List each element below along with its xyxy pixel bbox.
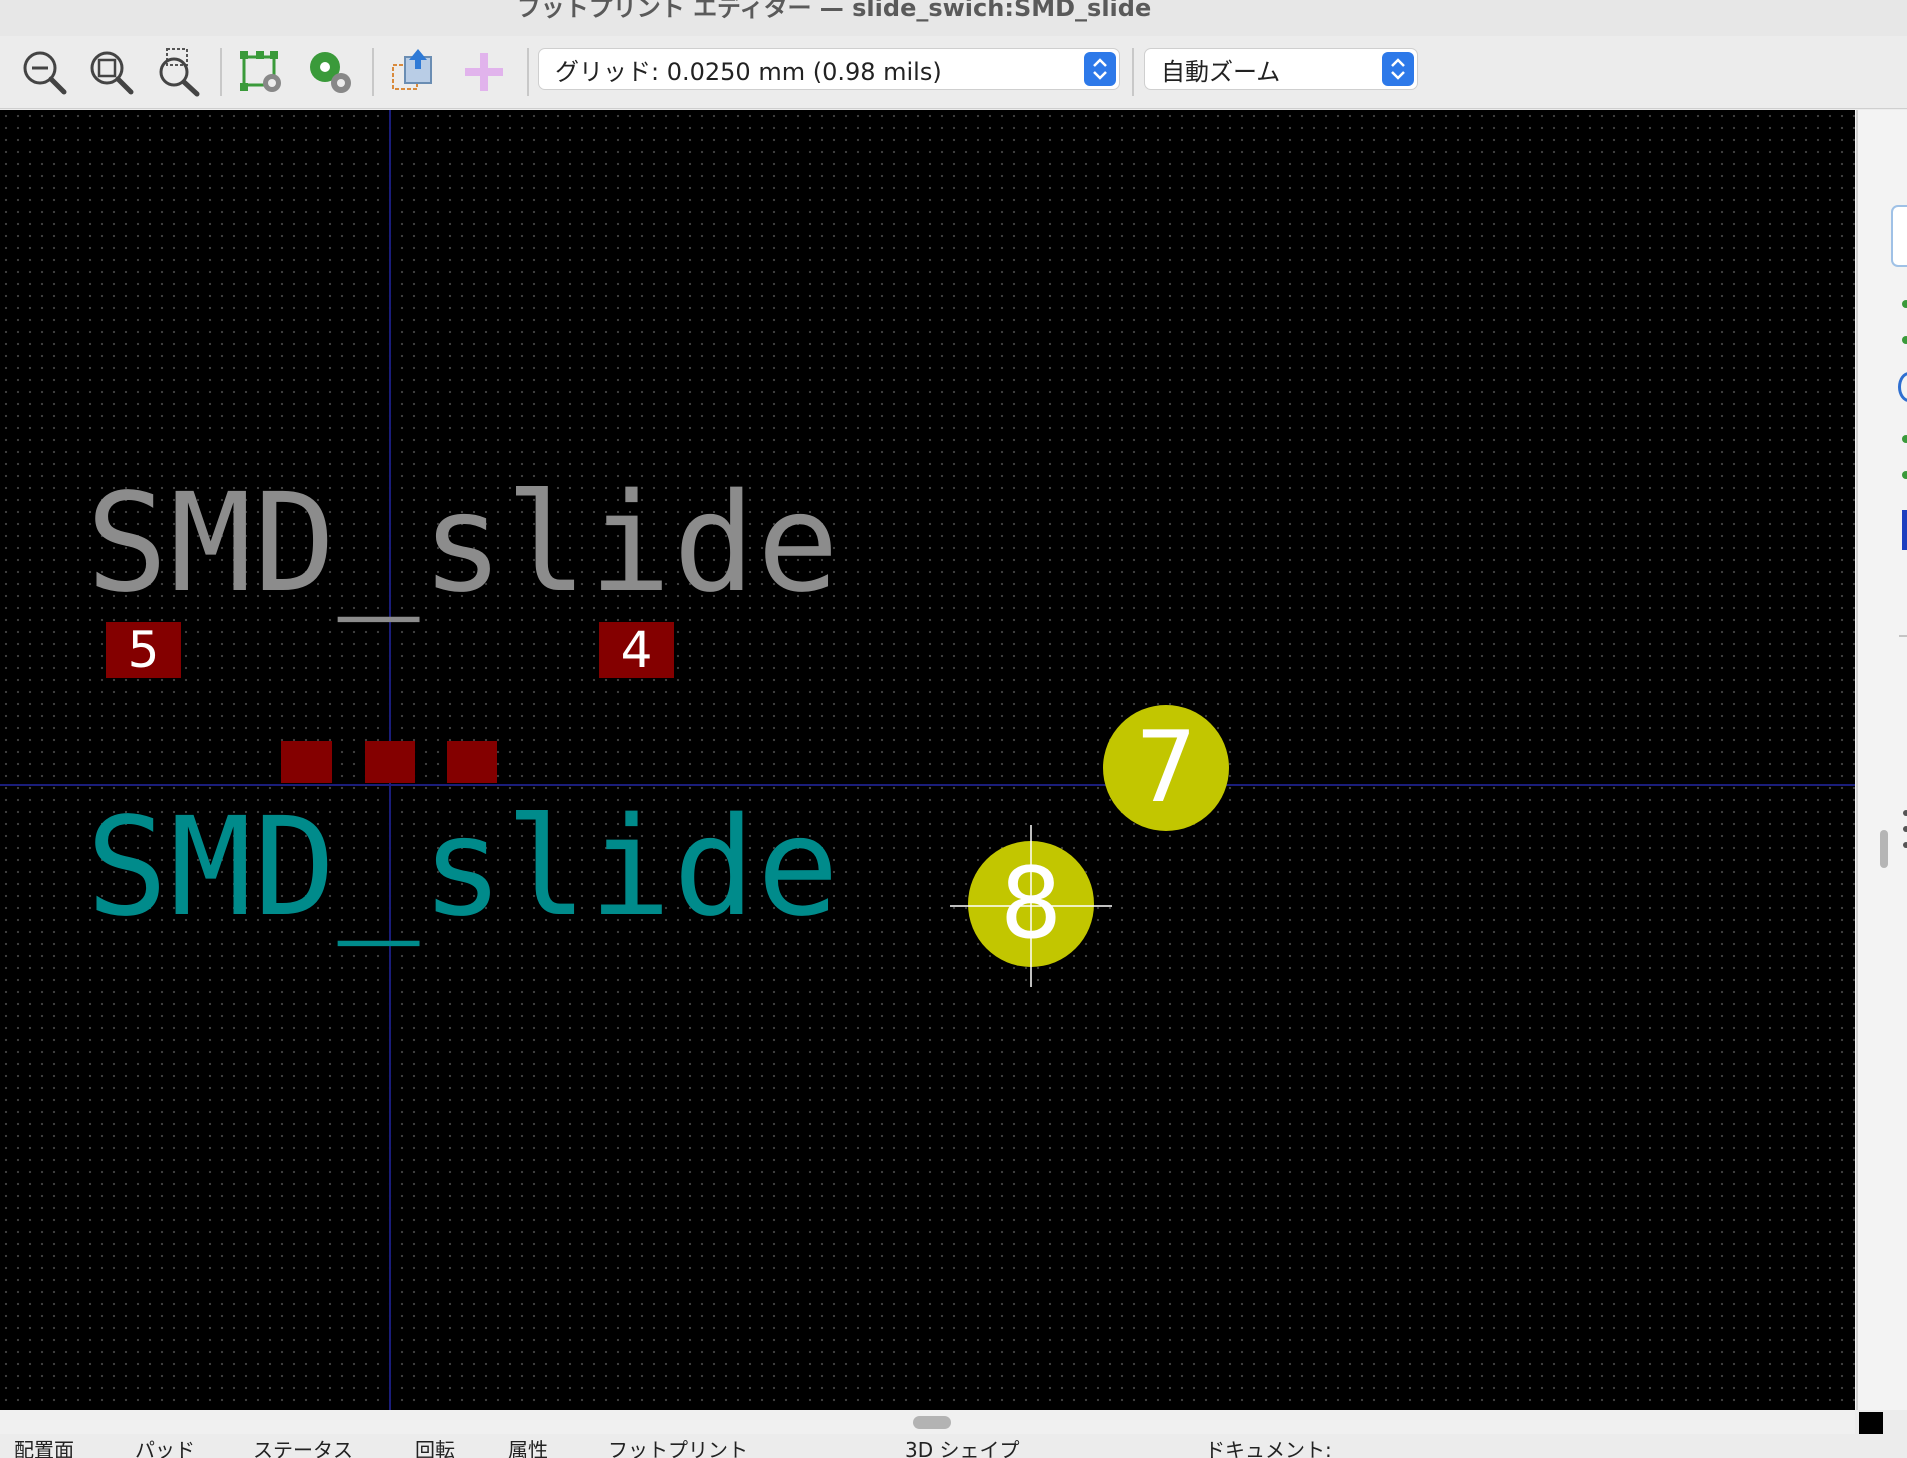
title-bar: フットプリント エディター — slide_swich:SMD_slide	[0, 0, 1907, 36]
value-text[interactable]: SMD_slide	[86, 800, 841, 936]
zoom-select[interactable]: 自動ズーム	[1144, 48, 1418, 90]
footprint-settings-button[interactable]	[234, 46, 288, 98]
status-pad-label: パッド	[135, 1438, 195, 1458]
toolbar-separator	[527, 48, 529, 96]
status-side-label: 配置面	[14, 1438, 74, 1458]
status-footprint-label: フットプリント	[608, 1438, 748, 1458]
smd-pad-3[interactable]	[447, 741, 497, 783]
load-footprint-button[interactable]	[387, 46, 441, 98]
chevron-up-down-icon	[1391, 58, 1405, 80]
status-attributes-label: 属性	[508, 1438, 548, 1458]
smd-pad-5[interactable]: 5	[106, 622, 181, 678]
footprint-settings-icon	[240, 51, 281, 92]
panel-dot-icon	[1902, 471, 1907, 479]
through-hole-pad-7[interactable]: 7	[1103, 705, 1229, 831]
insert-footprint-button[interactable]	[457, 46, 511, 98]
panel-dot-icon	[1903, 826, 1907, 832]
panel-dot-icon	[1902, 300, 1907, 308]
grid-select-stepper[interactable]	[1084, 52, 1116, 86]
status-bar: 配置面 パッド ステータス 回転 属性 フットプリント 3D シェイプ ドキュメ…	[0, 1434, 1907, 1458]
status-rotation-label: 回転	[415, 1438, 455, 1458]
toolbar-separator	[372, 48, 374, 96]
panel-dot-icon	[1903, 842, 1907, 848]
panel-dot-icon	[1902, 336, 1907, 344]
zoom-selection-button[interactable]	[151, 46, 205, 98]
panel-separator	[1899, 635, 1907, 637]
pad-settings-button[interactable]	[303, 46, 357, 98]
pcb-canvas[interactable]: SMD_slide 5 4 SMD_slide 7 8	[0, 110, 1855, 1410]
zoom-selection-icon	[159, 48, 200, 97]
corner-box	[1859, 1412, 1883, 1436]
smd-pad-4[interactable]: 4	[599, 622, 674, 678]
right-panel	[1855, 110, 1907, 1410]
pad-settings-icon	[310, 52, 351, 93]
grid-select-value: グリッド: 0.0250 mm (0.98 mils)	[555, 57, 942, 86]
panel-scrollbar-thumb[interactable]	[1880, 830, 1888, 868]
insert-footprint-icon	[465, 53, 503, 91]
smd-pad-2[interactable]	[365, 741, 415, 783]
panel-tool-button[interactable]	[1891, 205, 1907, 267]
window-title: フットプリント エディター — slide_swich:SMD_slide	[516, 0, 1152, 22]
status-status-label: ステータス	[253, 1438, 353, 1458]
zoom-out-icon	[23, 51, 67, 95]
horizontal-scrollbar[interactable]	[0, 1410, 1855, 1434]
toolbar-separator	[1132, 48, 1134, 96]
zoom-select-stepper[interactable]	[1382, 52, 1414, 86]
reference-text[interactable]: SMD_slide	[86, 476, 841, 612]
grid-select[interactable]: グリッド: 0.0250 mm (0.98 mils)	[538, 48, 1120, 90]
status-document-label: ドキュメント:	[1205, 1438, 1332, 1458]
zoom-fit-icon	[90, 51, 134, 95]
panel-bar-icon	[1902, 510, 1907, 550]
load-footprint-icon	[392, 49, 432, 90]
status-3d-shape-label: 3D シェイプ	[905, 1438, 1020, 1458]
zoom-fit-button[interactable]	[84, 46, 138, 98]
horizontal-scrollbar-thumb[interactable]	[913, 1416, 951, 1429]
zoom-out-button[interactable]	[17, 46, 71, 98]
toolbar: グリッド: 0.0250 mm (0.98 mils) 自動ズーム	[0, 36, 1907, 109]
panel-dot-icon	[1902, 435, 1907, 443]
toolbar-separator	[220, 48, 222, 96]
cursor-crosshair	[950, 825, 1112, 987]
chevron-up-down-icon	[1093, 58, 1107, 80]
smd-pad-1[interactable]	[281, 741, 332, 783]
panel-divider	[1856, 110, 1858, 1410]
panel-circle-icon	[1898, 372, 1907, 402]
zoom-select-value: 自動ズーム	[1161, 57, 1281, 86]
panel-dot-icon	[1903, 810, 1907, 816]
x-axis-line	[0, 784, 1855, 786]
